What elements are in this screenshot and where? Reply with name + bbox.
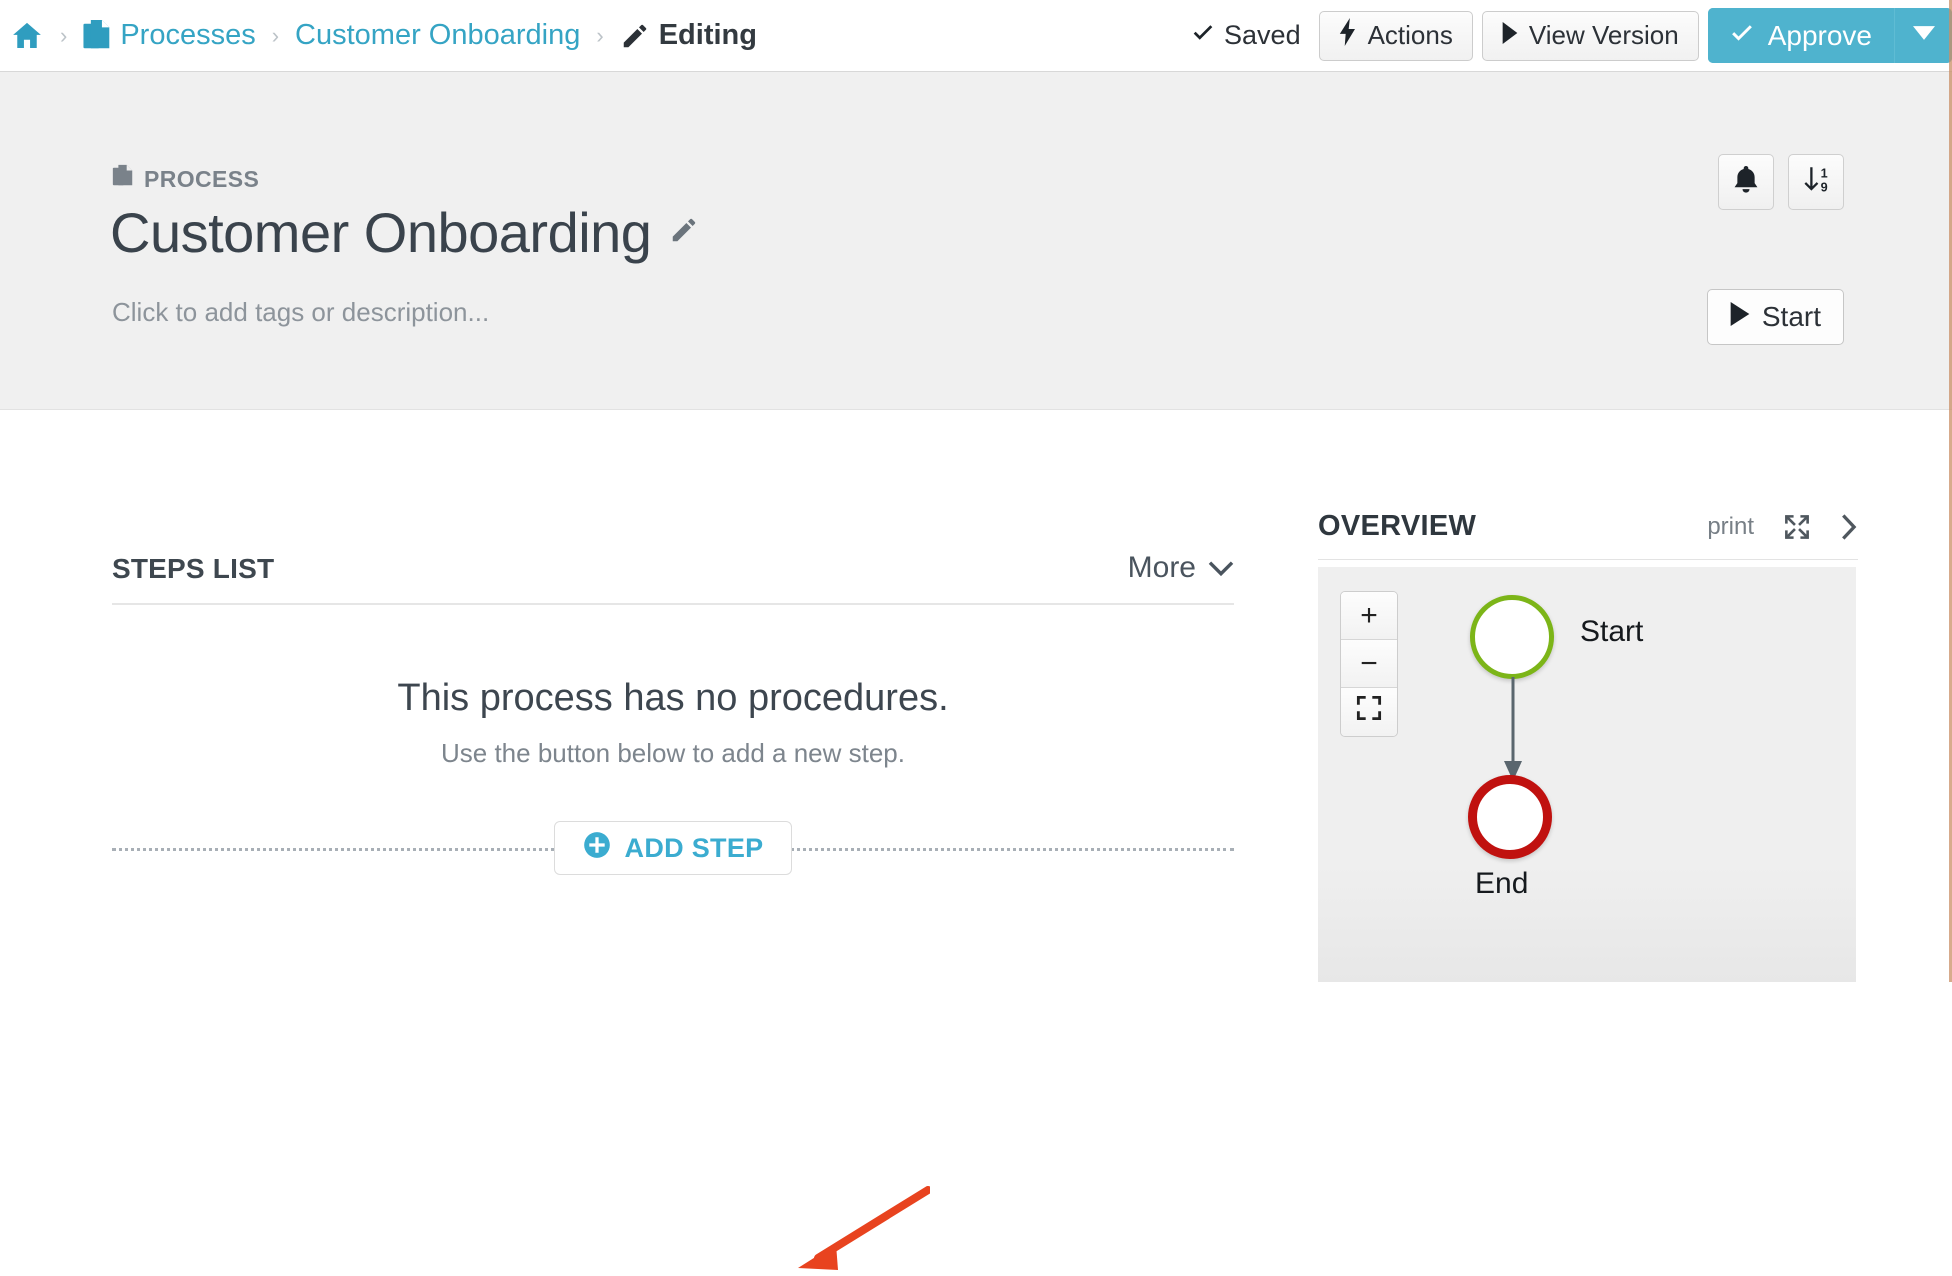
breadcrumb-item-process-name[interactable]: Customer Onboarding bbox=[295, 19, 580, 52]
home-icon bbox=[10, 20, 44, 52]
play-triangle-icon bbox=[1502, 20, 1518, 51]
steps-list-title: STEPS LIST bbox=[112, 553, 275, 584]
steps-more-dropdown[interactable]: More bbox=[1128, 551, 1234, 585]
breadcrumb-item-home[interactable] bbox=[10, 20, 44, 52]
approve-button[interactable]: Approve bbox=[1707, 8, 1894, 63]
approve-label: Approve bbox=[1767, 19, 1872, 51]
top-navigation-bar: › Processes › Customer Onboarding › Edit… bbox=[0, 0, 1952, 72]
pencil-icon bbox=[620, 21, 650, 51]
diagram-node-start-label: Start bbox=[1580, 615, 1644, 648]
fit-screen-icon bbox=[1356, 695, 1382, 729]
process-kicker: PROCESS bbox=[112, 164, 259, 194]
empty-state-subtitle: Use the button below to add a new step. bbox=[441, 738, 905, 768]
add-step-label: ADD STEP bbox=[624, 832, 764, 863]
breadcrumb-label-process-name: Customer Onboarding bbox=[295, 19, 581, 51]
add-step-row: ADD STEP bbox=[112, 821, 1234, 875]
sort-button[interactable]: 1 9 bbox=[1788, 154, 1844, 210]
breadcrumb-item-editing: Editing bbox=[620, 19, 757, 52]
overview-header-actions: print bbox=[1707, 513, 1858, 541]
start-label: Start bbox=[1761, 301, 1821, 332]
process-header-icon-buttons: 1 9 bbox=[1718, 154, 1844, 210]
breadcrumb-separator: › bbox=[271, 22, 280, 48]
notifications-button[interactable] bbox=[1718, 154, 1774, 210]
zoom-out-button[interactable]: − bbox=[1341, 640, 1397, 688]
zoom-in-button[interactable]: + bbox=[1341, 592, 1397, 640]
pencil-icon[interactable] bbox=[669, 215, 699, 250]
steps-list-header: STEPS LIST More bbox=[112, 551, 1234, 605]
process-description-placeholder[interactable]: Click to add tags or description... bbox=[112, 297, 489, 328]
print-link[interactable]: print bbox=[1707, 513, 1754, 541]
actions-label: Actions bbox=[1367, 20, 1453, 50]
page-title: Customer Onboarding bbox=[110, 201, 652, 264]
view-version-label: View Version bbox=[1528, 20, 1679, 50]
start-button[interactable]: Start bbox=[1706, 289, 1844, 345]
check-icon bbox=[1728, 20, 1756, 52]
main-content: STEPS LIST More This process has no proc… bbox=[0, 411, 1952, 1270]
steps-list-panel: STEPS LIST More This process has no proc… bbox=[112, 551, 1234, 875]
approve-button-group: Approve bbox=[1707, 8, 1952, 63]
breadcrumb-item-processes[interactable]: Processes bbox=[83, 19, 256, 52]
bolt-icon bbox=[1339, 18, 1357, 53]
chevron-down-icon bbox=[1208, 551, 1234, 585]
sort-numeric-down-icon: 1 9 bbox=[1802, 165, 1830, 200]
diagram-zoom-controls: + − bbox=[1340, 591, 1398, 737]
breadcrumb-separator: › bbox=[596, 22, 604, 48]
svg-text:1: 1 bbox=[1821, 166, 1828, 180]
approve-dropdown-toggle[interactable] bbox=[1894, 8, 1952, 63]
saved-label: Saved bbox=[1224, 20, 1301, 50]
process-header: PROCESS Customer Onboarding Click to add… bbox=[0, 72, 1952, 410]
svg-text:9: 9 bbox=[1821, 180, 1828, 194]
status-badge-saved: Saved bbox=[1190, 20, 1301, 51]
play-triangle-icon bbox=[1730, 301, 1750, 333]
caret-down-icon bbox=[1912, 26, 1935, 45]
actions-button[interactable]: Actions bbox=[1318, 10, 1473, 61]
annotation-arrow bbox=[798, 1186, 930, 1270]
diagram-node-start[interactable] bbox=[1470, 595, 1554, 679]
check-icon bbox=[1190, 20, 1216, 51]
documents-icon bbox=[112, 164, 134, 194]
plus-circle-icon bbox=[583, 831, 611, 866]
overview-header: OVERVIEW print bbox=[1318, 510, 1858, 560]
breadcrumb: › Processes › Customer Onboarding › Edit… bbox=[0, 19, 757, 52]
topbar-actions: Saved Actions View Version Approve bbox=[1190, 0, 1952, 71]
breadcrumb-label-editing: Editing bbox=[658, 19, 757, 51]
diagram-edge-start-to-end bbox=[1504, 677, 1522, 781]
view-version-button[interactable]: View Version bbox=[1481, 10, 1699, 61]
breadcrumb-label-processes: Processes bbox=[120, 19, 256, 51]
bell-icon bbox=[1733, 165, 1759, 199]
diagram-node-end-label: End bbox=[1475, 867, 1529, 900]
process-title-row: Customer Onboarding bbox=[110, 200, 699, 265]
breadcrumb-separator: › bbox=[60, 22, 68, 48]
fit-screen-button[interactable] bbox=[1341, 688, 1397, 736]
overview-title: OVERVIEW bbox=[1318, 510, 1477, 542]
add-step-button[interactable]: ADD STEP bbox=[553, 821, 793, 875]
diagram-node-end[interactable] bbox=[1468, 775, 1552, 859]
steps-more-label: More bbox=[1127, 551, 1196, 584]
expand-arrows-icon[interactable] bbox=[1784, 514, 1810, 540]
chevron-right-icon[interactable] bbox=[1840, 513, 1858, 541]
empty-state-title: This process has no procedures. bbox=[397, 677, 949, 719]
overview-diagram-canvas[interactable]: + − Start End bbox=[1318, 567, 1856, 982]
process-kicker-label: PROCESS bbox=[144, 165, 260, 192]
documents-icon bbox=[83, 19, 111, 52]
